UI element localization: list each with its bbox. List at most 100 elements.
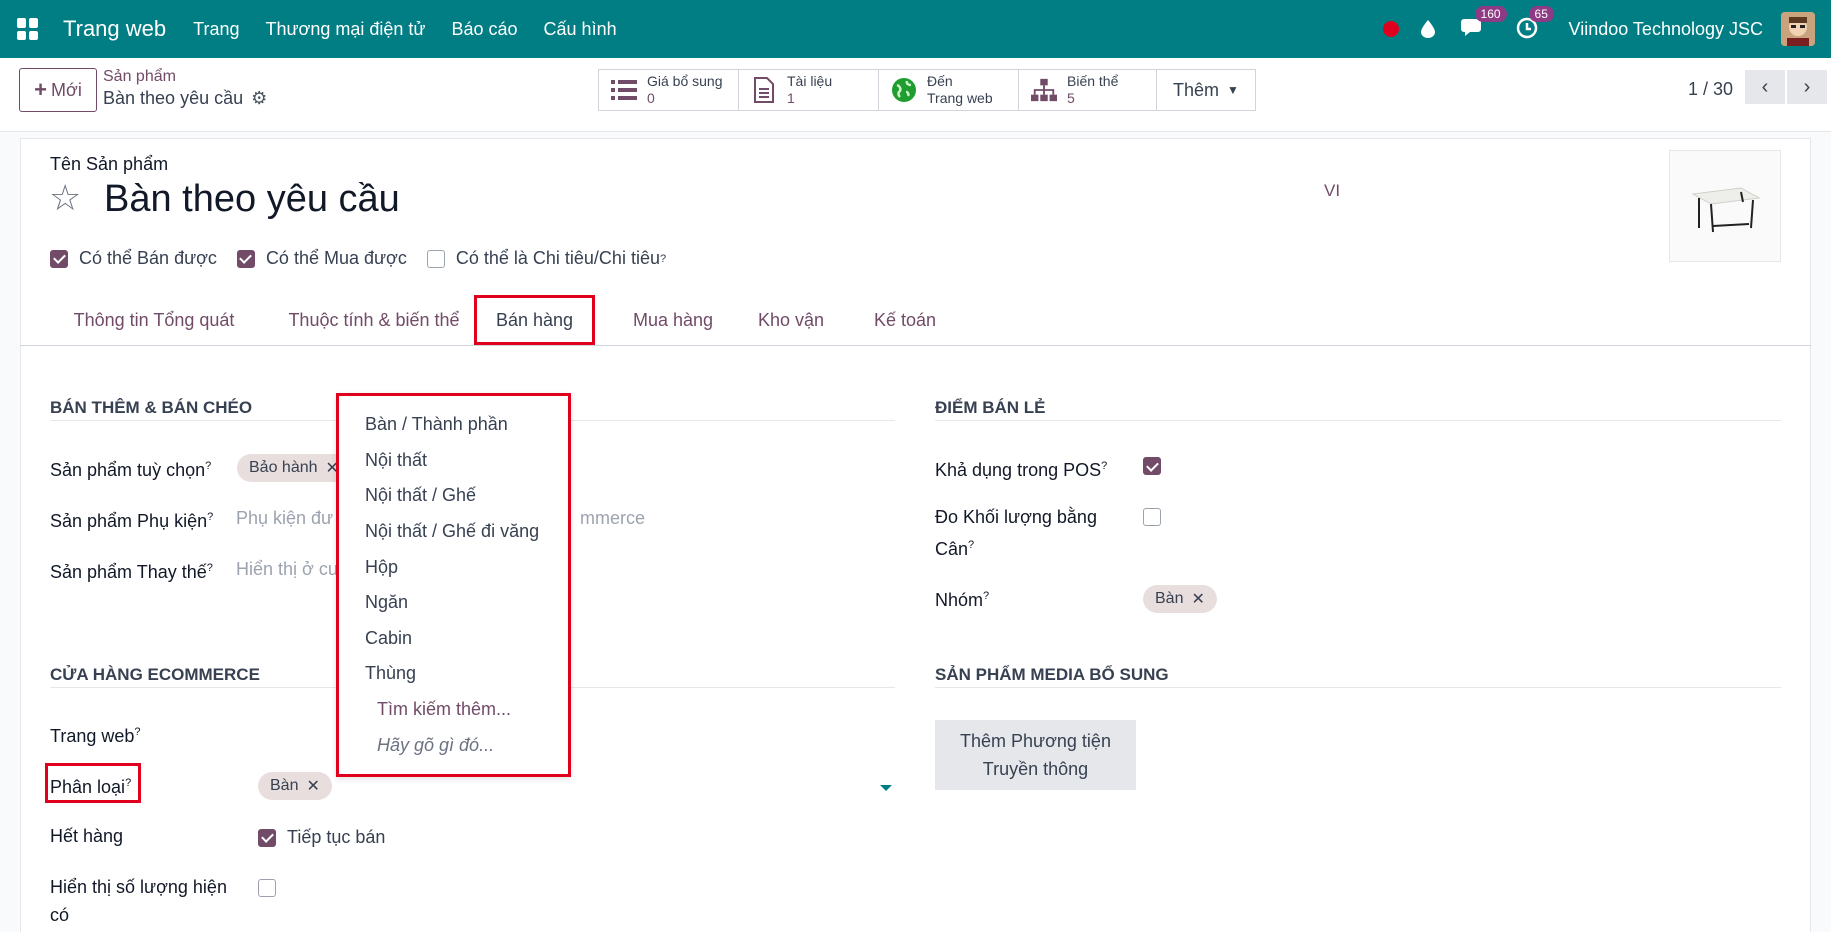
accessory-products-text: Sản phẩm Phụ kiện [50, 511, 208, 531]
check-icon [258, 828, 276, 847]
menu-pages[interactable]: Trang [193, 19, 239, 40]
show-qty-checkbox[interactable] [258, 879, 287, 902]
remove-tag-icon[interactable]: ✕ [306, 776, 319, 796]
top-navbar: Trang web Trang Thương mại điện tử Báo c… [0, 0, 1831, 58]
menu-reports[interactable]: Báo cáo [451, 19, 517, 40]
dropdown-option[interactable]: Hộp [365, 557, 398, 578]
chat-icon[interactable]: 160 [1460, 6, 1507, 42]
go-to-label: Đến [927, 73, 953, 89]
product-name-field[interactable]: Bàn theo yêu cầu [104, 178, 400, 221]
media-section-title: SẢN PHẨM MEDIA BỔ SUNG [935, 665, 1781, 688]
check-icon [236, 249, 255, 268]
dropdown-option[interactable]: Nội thất / Ghế đi văng [365, 521, 539, 542]
alternative-products-label: Sản phẩm Thay thế? [50, 554, 213, 586]
tab-accounting[interactable]: Kế toán [847, 294, 963, 346]
category-tag[interactable]: Bàn ✕ [258, 772, 332, 800]
caret-down-icon: ▼ [1227, 83, 1239, 97]
apps-menu-icon[interactable] [17, 18, 39, 40]
app-name[interactable]: Trang web [63, 16, 166, 42]
pos-group-label: Nhóm? [935, 582, 989, 614]
unchecked-box-icon [258, 879, 276, 897]
dropdown-option[interactable]: Thùng [365, 663, 416, 684]
help-mark[interactable]: ? [205, 460, 211, 472]
more-button[interactable]: Thêm ▼ [1157, 70, 1255, 110]
tab-purchase[interactable]: Mua hàng [613, 294, 733, 346]
dropdown-option[interactable]: Ngăn [365, 592, 408, 613]
pager-next-button[interactable]: › [1787, 70, 1827, 104]
pos-section-title: ĐIỂM BÁN LẺ [935, 398, 1781, 421]
favorite-star-icon[interactable]: ☆ [49, 178, 81, 218]
pos-available-label: Khả dụng trong POS? [935, 452, 1107, 484]
user-avatar[interactable] [1781, 12, 1815, 46]
recording-dot-icon[interactable] [1382, 21, 1399, 37]
messages-badge: 160 [1474, 6, 1507, 22]
help-mark[interactable]: ? [660, 253, 666, 265]
menu-config[interactable]: Cấu hình [544, 19, 617, 40]
optional-product-tag[interactable]: Bảo hành ✕ [237, 454, 351, 482]
dropdown-option[interactable]: Cabin [365, 628, 412, 649]
can-be-purchased-checkbox[interactable]: Có thể Mua được [236, 248, 407, 269]
product-image[interactable] [1669, 150, 1781, 262]
help-mark[interactable]: ? [1101, 460, 1107, 472]
dropdown-option[interactable]: Bàn / Thành phần [365, 414, 508, 435]
pos-available-checkbox[interactable] [1143, 457, 1172, 476]
language-button[interactable]: VI [1324, 181, 1340, 201]
go-to-website-button[interactable]: Đến Trang web [879, 70, 1019, 110]
can-be-expensed-checkbox[interactable]: Có thể là Chi tiêu/Chi tiêu? [426, 248, 666, 269]
list-icon [611, 77, 637, 103]
continue-selling-label: Tiếp tục bán [287, 827, 386, 847]
search-more-link[interactable]: Tìm kiếm thêm... [377, 699, 511, 720]
droplet-icon[interactable] [1420, 20, 1435, 38]
menu-ecommerce[interactable]: Thương mại điện tử [265, 19, 425, 40]
help-mark[interactable]: ? [207, 562, 213, 574]
pos-group-text: Nhóm [935, 590, 984, 610]
unchecked-box-icon [426, 249, 445, 268]
add-media-button[interactable]: Thêm Phương tiện Truyền thông [935, 720, 1136, 790]
pager-previous-button[interactable]: ‹ [1745, 70, 1785, 104]
category-dropdown-caret-icon[interactable] [880, 785, 892, 791]
help-mark[interactable]: ? [968, 539, 974, 551]
tag-label: Bàn [270, 777, 299, 794]
variants-button[interactable]: Biến thể 5 [1019, 70, 1157, 110]
continue-selling-checkbox[interactable]: Tiếp tục bán [258, 827, 385, 848]
check-icon [50, 249, 68, 268]
optional-products-label: Sản phẩm tuỳ chọn? [50, 452, 211, 484]
help-mark[interactable]: ? [134, 726, 140, 738]
unchecked-box-icon [1143, 508, 1161, 526]
go-to-value: Trang web [927, 90, 993, 106]
tab-inventory[interactable]: Kho vận [739, 294, 843, 346]
dropdown-option[interactable]: Nội thất [365, 450, 427, 471]
alternative-products-input[interactable]: Hiển thị ở cu [236, 559, 338, 580]
to-weigh-checkbox[interactable] [1143, 508, 1172, 531]
tab-attributes-variants[interactable]: Thuộc tính & biến thể [274, 294, 474, 346]
pager-value[interactable]: 1 / 30 [1688, 74, 1733, 104]
help-mark[interactable]: ? [207, 511, 213, 523]
help-mark[interactable]: ? [125, 777, 131, 789]
documents-button[interactable]: Tài liệu 1 [739, 70, 879, 110]
new-button-label: Mới [51, 79, 82, 100]
to-weigh-label: Đo Khối lượng bằng Cân? [935, 503, 1110, 563]
new-button[interactable]: + Mới [19, 68, 97, 112]
tab-sales[interactable]: Bán hàng [474, 295, 595, 345]
accessory-products-input[interactable]: Phụ kiện đư [236, 508, 333, 529]
activity-clock-icon[interactable]: 65 [1515, 6, 1554, 42]
documents-label: Tài liệu [787, 73, 833, 89]
help-mark[interactable]: ? [983, 590, 989, 602]
gear-icon[interactable]: ⚙ [251, 88, 267, 109]
type-something-hint: Hãy gõ gì đó... [377, 735, 495, 755]
tab-general-info[interactable]: Thông tin Tổng quát [54, 294, 254, 346]
remove-tag-icon[interactable]: ✕ [1191, 589, 1204, 609]
can-be-sold-checkbox[interactable]: Có thể Bán được [50, 248, 217, 269]
optional-products-text: Sản phẩm tuỳ chọn [50, 460, 206, 480]
dropdown-option[interactable]: Nội thất / Ghế [365, 485, 476, 506]
pos-group-tag[interactable]: Bàn ✕ [1143, 585, 1217, 613]
accessory-products-placeholder-tail: mmerce [580, 508, 646, 528]
extra-prices-button[interactable]: Giá bổ sung 0 [599, 70, 739, 110]
pos-available-text: Khả dụng trong POS [935, 460, 1102, 480]
sitemap-icon [1031, 77, 1057, 103]
globe-icon [891, 77, 917, 103]
notebook-tabs: Thông tin Tổng quát Thuộc tính & biến th… [20, 294, 1811, 346]
breadcrumb-parent[interactable]: Sản phẩm [103, 68, 176, 86]
company-switcher[interactable]: Viindoo Technology JSC [1569, 19, 1763, 40]
category-label: Phân loại? [50, 769, 131, 801]
